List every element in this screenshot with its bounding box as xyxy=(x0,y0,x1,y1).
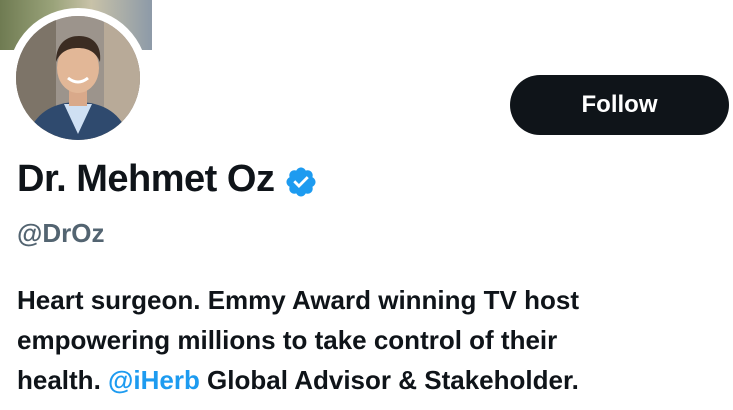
profile-handle: @DrOz xyxy=(17,218,105,248)
verified-badge-icon[interactable] xyxy=(284,165,318,199)
bio-line-1: Heart surgeon. Emmy Award winning TV hos… xyxy=(17,285,579,315)
profile-name-row: Dr. Mehmet Oz xyxy=(17,158,318,201)
avatar-image xyxy=(16,16,140,140)
bio-line-3-prefix: health. xyxy=(17,365,109,395)
avatar[interactable] xyxy=(16,16,140,140)
bio-line-2: empowering millions to take control of t… xyxy=(17,325,558,355)
follow-button[interactable]: Follow xyxy=(510,75,729,135)
mention-link-iherb[interactable]: @iHerb xyxy=(108,365,200,395)
bio-line-3: health. @iHerb Global Advisor & Stakehol… xyxy=(17,360,722,400)
profile-bio: Heart surgeon. Emmy Award winning TV hos… xyxy=(17,280,722,400)
bio-line-3-suffix: Global Advisor & Stakeholder. xyxy=(199,365,579,395)
display-name: Dr. Mehmet Oz xyxy=(17,158,275,200)
